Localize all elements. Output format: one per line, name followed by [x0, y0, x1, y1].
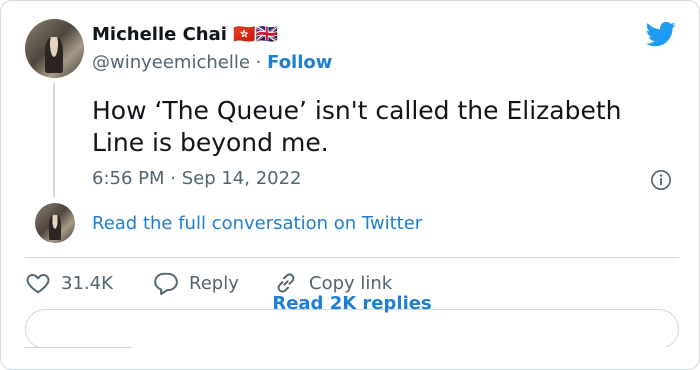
heart-icon [26, 274, 50, 294]
follow-button[interactable]: Follow [267, 52, 332, 73]
copy-link-label: Copy link [309, 272, 393, 294]
tweet-timestamp[interactable]: 6:56 PM · Sep 14, 2022 [92, 168, 302, 189]
card-bottom-line [25, 347, 132, 348]
reply-bubble-icon [154, 272, 178, 296]
thread-line [53, 83, 55, 197]
handle-separator: · [255, 52, 262, 73]
author-handle[interactable]: @winyeemichelle [92, 52, 250, 73]
read-replies-button[interactable]: Read 2K replies [25, 293, 679, 349]
author-name[interactable]: Michelle Chai 🇭🇰🇬🇧 [92, 24, 278, 45]
tweet-text: How ‘The Queue’ isn't called the Elizabe… [92, 96, 622, 157]
tweet-card: Michelle Chai 🇭🇰🇬🇧 @winyeemichelle · Fol… [0, 0, 700, 370]
conversation-avatar [35, 203, 75, 243]
info-icon[interactable] [650, 169, 672, 191]
divider [25, 257, 679, 258]
card-bottom-edge [25, 347, 679, 369]
reply-label: Reply [189, 272, 239, 294]
like-button[interactable]: 31.4K [25, 267, 113, 299]
author-handle-row: @winyeemichelle · Follow [92, 52, 332, 73]
like-count: 31.4K [61, 272, 113, 294]
author-avatar[interactable] [25, 19, 84, 78]
reply-button[interactable]: Reply [153, 267, 239, 299]
read-conversation-link[interactable]: Read the full conversation on Twitter [92, 213, 422, 234]
twitter-bird-icon[interactable] [644, 19, 678, 49]
read-replies-label: Read 2K replies [272, 292, 432, 314]
